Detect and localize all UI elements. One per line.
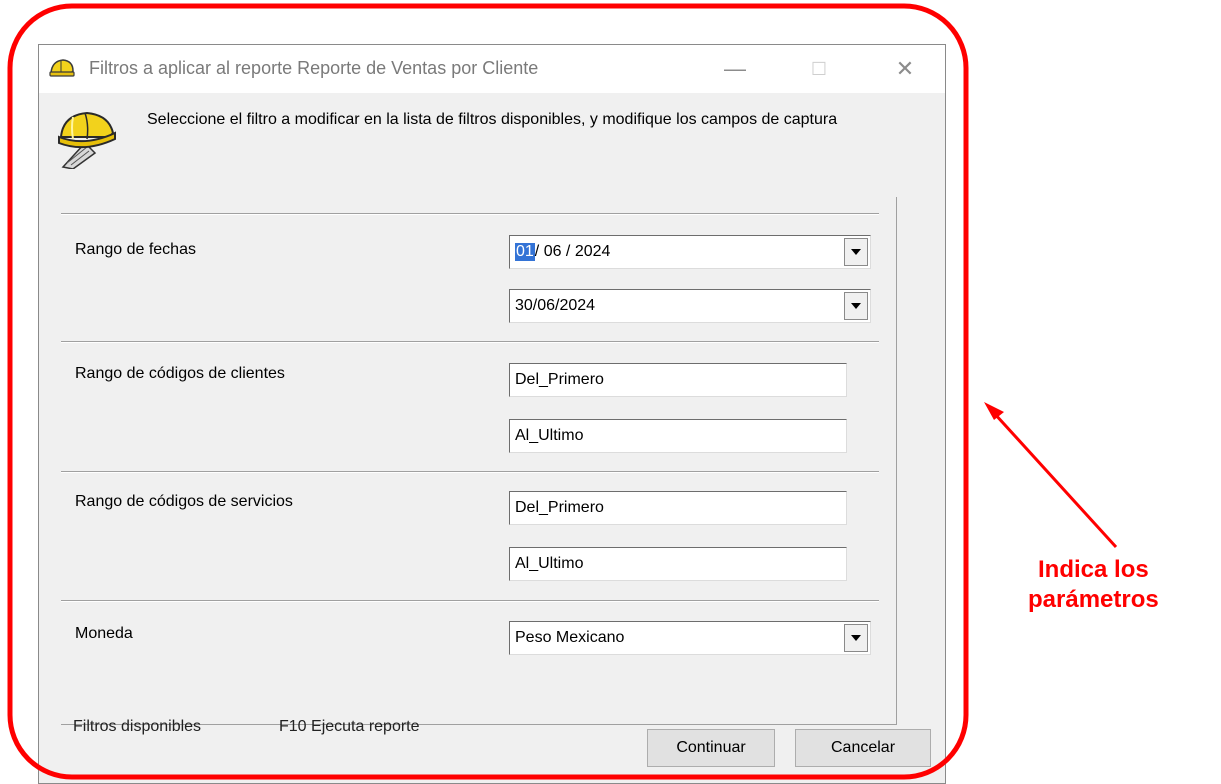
annotation-arrow-line bbox=[992, 411, 1118, 549]
annotation-arrow-head bbox=[984, 402, 1004, 420]
annotation-line-2: parámetros bbox=[1028, 586, 1159, 613]
annotation-overlay bbox=[7, 3, 1118, 780]
highlight-outline bbox=[7, 3, 969, 780]
annotation-label: Indica los parámetros bbox=[1028, 555, 1159, 615]
annotation-line-1: Indica los bbox=[1038, 556, 1149, 583]
